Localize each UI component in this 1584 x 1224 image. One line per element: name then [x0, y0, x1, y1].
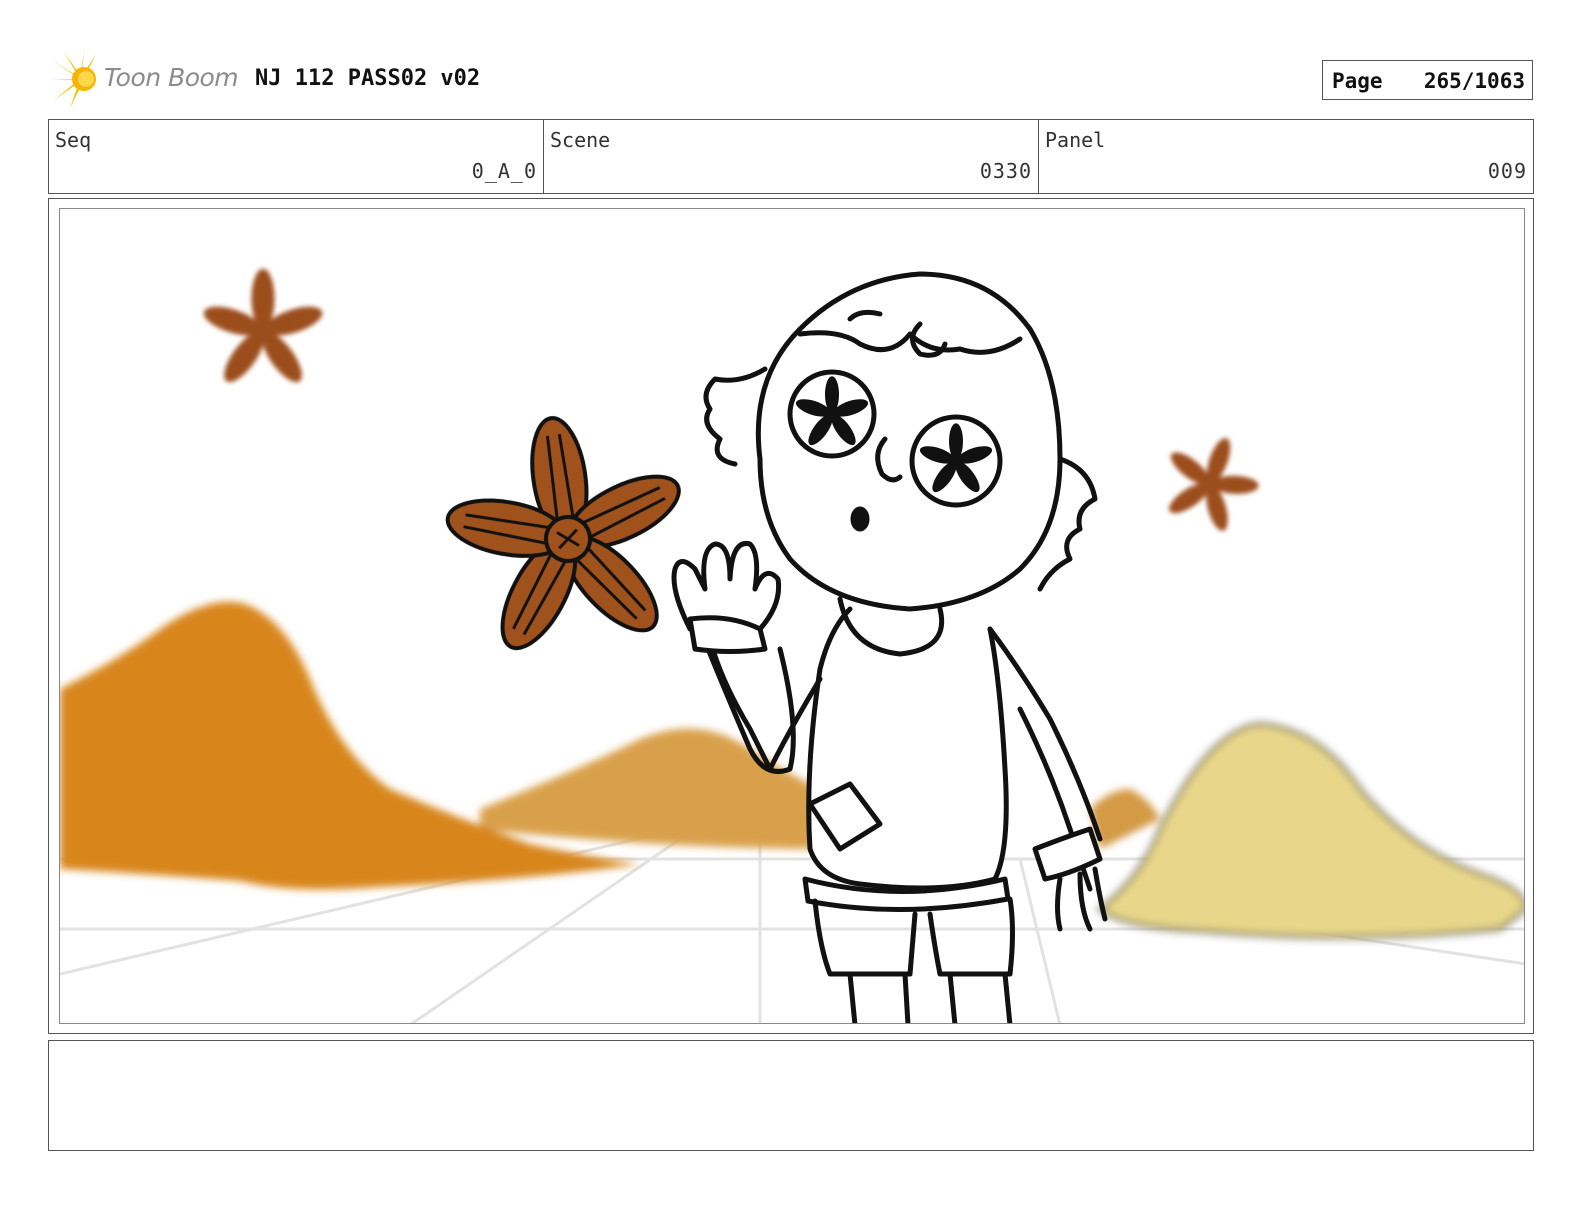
character — [671, 271, 1108, 1023]
scene-cell: Scene 0330 — [544, 120, 1039, 193]
seq-label: Seq — [55, 128, 92, 152]
mountain-right — [1097, 722, 1524, 939]
page-label: Page — [1332, 69, 1383, 93]
document-title: NJ 112 PASS02 v02 — [255, 66, 481, 91]
panel-frame — [48, 198, 1534, 1034]
storyboard-drawing — [60, 268, 1524, 1023]
page-indicator: Page 265/1063 — [1322, 60, 1533, 100]
sun-burst-icon — [50, 50, 96, 108]
panel-label: Panel — [1045, 128, 1106, 152]
panel-artwork — [59, 208, 1525, 1024]
panel-value: 009 — [1487, 159, 1527, 183]
panel-info-row: Seq 0_A_0 Scene 0330 Panel 009 — [48, 119, 1534, 194]
star-anise-flower — [445, 416, 681, 651]
seq-value: 0_A_0 — [471, 159, 537, 183]
mountain-mid — [480, 728, 830, 849]
storyboard-header: Toon Boom NJ 112 PASS02 v02 Page 265/106… — [0, 0, 1584, 118]
logo-text: Toon Boom — [104, 63, 239, 92]
page-number: 265/1063 — [1423, 69, 1525, 93]
seq-cell: Seq 0_A_0 — [49, 120, 544, 193]
caption-box — [48, 1040, 1534, 1151]
panel-cell: Panel 009 — [1039, 120, 1533, 193]
mountain-left — [60, 601, 640, 890]
scene-label: Scene — [550, 128, 611, 152]
scene-value: 0330 — [979, 159, 1032, 183]
